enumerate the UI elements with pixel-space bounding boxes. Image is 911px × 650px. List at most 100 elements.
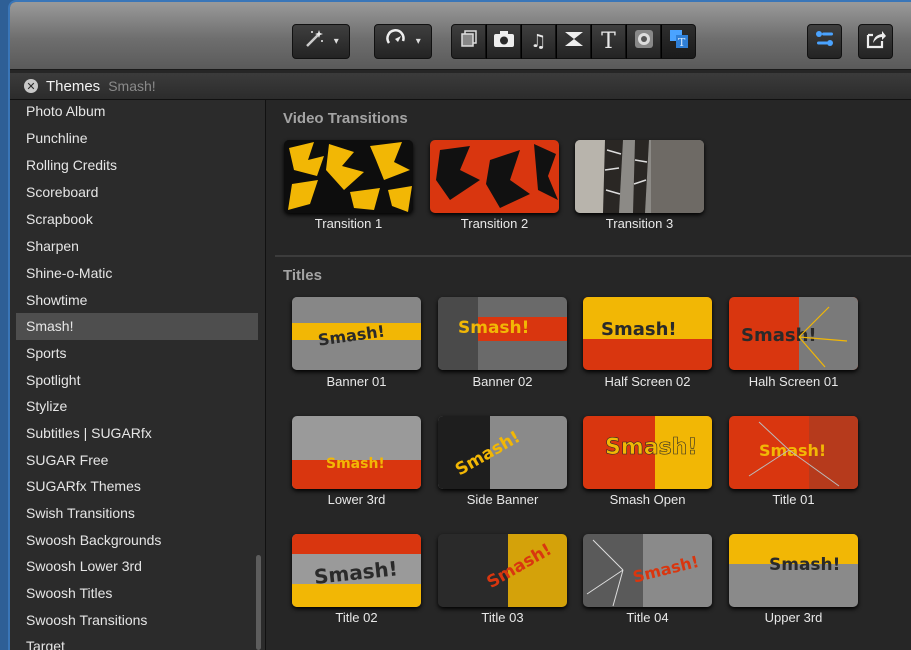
retime-group: ▾ bbox=[374, 24, 432, 59]
thumbnail-caption: Halh Screen 01 bbox=[748, 374, 839, 389]
retime-icon bbox=[385, 28, 407, 55]
sidebar-item[interactable]: Spotlight bbox=[16, 367, 258, 394]
sidebar-item[interactable]: Photo Album bbox=[16, 100, 258, 125]
sidebar-item[interactable]: Stylize bbox=[16, 393, 258, 420]
title-thumbnail[interactable]: Smash! bbox=[729, 534, 858, 607]
svg-text:Smash!: Smash! bbox=[605, 435, 697, 460]
thumbnail-caption: Upper 3rd bbox=[764, 610, 823, 625]
thumbnail-caption: Title 02 bbox=[335, 610, 378, 625]
sidebar-item[interactable]: Rolling Credits bbox=[16, 152, 258, 179]
sidebar-item-selected[interactable]: Smash! bbox=[16, 313, 258, 340]
transition-thumbnail[interactable] bbox=[284, 140, 413, 213]
magic-wand-icon bbox=[303, 28, 325, 55]
chevron-down-icon: ▾ bbox=[333, 36, 339, 47]
thumbnail-caption: Title 03 bbox=[481, 610, 524, 625]
inspector-button[interactable] bbox=[807, 24, 842, 59]
thumbnail-caption: Banner 01 bbox=[326, 374, 387, 389]
retime-button[interactable]: ▾ bbox=[374, 24, 432, 59]
svg-text:Smash!: Smash! bbox=[458, 318, 529, 338]
magic-wand-button[interactable]: ▾ bbox=[292, 24, 350, 59]
thumbnail-caption: Transition 3 bbox=[605, 216, 674, 231]
browser-buttons: ♫ T T bbox=[451, 24, 696, 59]
thumbnail-caption: Lower 3rd bbox=[327, 492, 386, 507]
title-thumbnail[interactable]: Smash! bbox=[438, 534, 567, 607]
photo-browser-button[interactable] bbox=[486, 24, 521, 59]
title-thumbnail[interactable]: Smash! bbox=[292, 416, 421, 489]
thumbnail-caption: Side Banner bbox=[466, 492, 539, 507]
thumbnail-caption: Title 04 bbox=[626, 610, 669, 625]
title-thumbnail[interactable]: Smash! bbox=[583, 297, 712, 370]
title-thumbnail[interactable]: Smash! bbox=[583, 416, 712, 489]
toolbar: ▾ ▾ ♫ T T bbox=[10, 2, 911, 70]
title-thumbnail[interactable]: Smash! bbox=[438, 297, 567, 370]
transition-thumbnail[interactable] bbox=[575, 140, 704, 213]
svg-text:Smash!: Smash! bbox=[601, 319, 677, 340]
thumbnail-caption: Title 01 bbox=[772, 492, 815, 507]
title-thumbnail[interactable]: Smash! bbox=[729, 297, 858, 370]
transition-thumbnail[interactable] bbox=[430, 140, 559, 213]
themes-icon: T bbox=[668, 28, 690, 55]
browser-header: ✕ Themes Smash! bbox=[10, 73, 911, 100]
sidebar-item[interactable]: Target bbox=[16, 633, 258, 650]
thumbnail-caption: Banner 02 bbox=[472, 374, 533, 389]
svg-text:Smash!: Smash! bbox=[769, 555, 840, 575]
sidebar-item[interactable]: Swoosh Transitions bbox=[16, 607, 258, 634]
page-title: Themes bbox=[46, 77, 101, 95]
title-thumbnail[interactable]: Smash! bbox=[729, 416, 858, 489]
thumbnail-caption: Transition 1 bbox=[314, 216, 383, 231]
clip-browser-icon bbox=[459, 29, 479, 54]
sidebar-scrollbar[interactable] bbox=[256, 555, 261, 650]
sidebar-item[interactable]: SUGARfx Themes bbox=[16, 473, 258, 500]
clip-browser-button[interactable] bbox=[451, 24, 486, 59]
sidebar-item[interactable]: Scoreboard bbox=[16, 179, 258, 206]
title-thumbnail[interactable]: Smash! bbox=[292, 534, 421, 607]
inspector-group bbox=[807, 24, 842, 59]
sidebar-item[interactable]: Swoosh Lower 3rd bbox=[16, 553, 258, 580]
generators-icon bbox=[634, 29, 654, 54]
svg-text:T: T bbox=[678, 36, 686, 49]
sidebar-item[interactable]: Swoosh Titles bbox=[16, 580, 258, 607]
section-title-titles: Titles bbox=[283, 267, 322, 284]
title-thumbnail[interactable]: Smash! bbox=[292, 297, 421, 370]
sidebar-item[interactable]: Shine-o-Matic bbox=[16, 260, 258, 287]
sidebar-item[interactable]: SUGAR Free bbox=[16, 447, 258, 474]
themes-browser-button[interactable]: T bbox=[661, 24, 696, 59]
svg-text:Smash!: Smash! bbox=[741, 325, 817, 346]
chevron-down-icon: ▾ bbox=[415, 36, 421, 47]
camera-icon bbox=[493, 30, 515, 53]
titles-icon: T bbox=[601, 29, 616, 54]
breadcrumb: Smash! bbox=[108, 78, 156, 94]
sidebar-item[interactable]: Punchline bbox=[16, 125, 258, 152]
sidebar-item[interactable]: Sports bbox=[16, 340, 258, 367]
transitions-icon bbox=[564, 31, 584, 52]
section-title-video-transitions: Video Transitions bbox=[283, 110, 408, 127]
title-thumbnail[interactable]: Smash! bbox=[583, 534, 712, 607]
enhance-group: ▾ bbox=[292, 24, 350, 59]
generators-browser-button[interactable] bbox=[626, 24, 661, 59]
share-button[interactable] bbox=[858, 24, 893, 59]
transitions-browser-button[interactable] bbox=[556, 24, 591, 59]
music-icon: ♫ bbox=[530, 31, 547, 52]
section-divider bbox=[275, 255, 911, 257]
sidebar-item[interactable]: Sharpen bbox=[16, 233, 258, 260]
inspector-icon bbox=[815, 30, 835, 53]
sidebar-item[interactable]: Swoosh Backgrounds bbox=[16, 527, 258, 554]
thumbnail-caption: Smash Open bbox=[609, 492, 686, 507]
sidebar-item[interactable]: Swish Transitions bbox=[16, 500, 258, 527]
share-icon bbox=[865, 29, 887, 54]
share-group bbox=[858, 24, 893, 59]
svg-text:Smash!: Smash! bbox=[326, 456, 385, 472]
thumbnail-caption: Transition 2 bbox=[460, 216, 529, 231]
sidebar-item[interactable]: Showtime bbox=[16, 287, 258, 314]
sidebar-item[interactable]: Scrapbook bbox=[16, 206, 258, 233]
titles-browser-button[interactable]: T bbox=[591, 24, 626, 59]
title-thumbnail[interactable]: Smash! bbox=[438, 416, 567, 489]
thumbnail-caption: Half Screen 02 bbox=[604, 374, 691, 389]
app-window: ▾ ▾ ♫ T T ✕ Themes Smash! Photo Album Pu… bbox=[8, 0, 911, 650]
music-browser-button[interactable]: ♫ bbox=[521, 24, 556, 59]
sidebar-item[interactable]: Subtitles | SUGARfx bbox=[16, 420, 258, 447]
themes-browser: Video Transitions Transition 1 Transitio… bbox=[267, 100, 911, 650]
themes-sidebar: Photo Album Punchline Rolling Credits Sc… bbox=[10, 100, 266, 650]
close-icon[interactable]: ✕ bbox=[24, 79, 38, 93]
svg-text:Smash!: Smash! bbox=[759, 441, 826, 460]
